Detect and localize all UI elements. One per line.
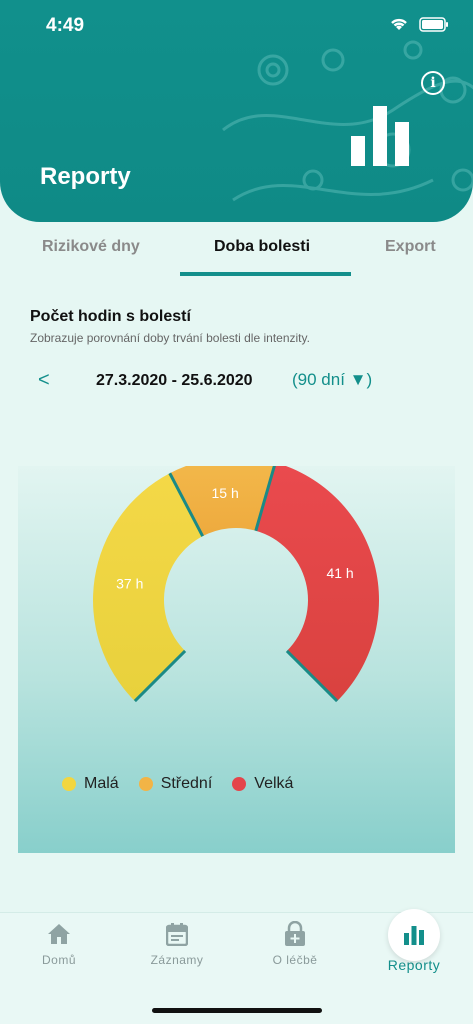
tab-export[interactable]: Export <box>385 238 436 256</box>
lock-plus-icon <box>285 921 305 946</box>
bar-chart-icon <box>351 106 409 166</box>
tab-rizikove-dny[interactable]: Rizikové dny <box>42 238 140 256</box>
slice-value-label: 15 h <box>211 485 238 501</box>
home-icon <box>48 924 70 944</box>
prev-period-button[interactable]: < <box>38 369 50 392</box>
legend-item-velka: Velká <box>232 775 293 793</box>
legend-dot <box>138 777 153 791</box>
nav-label: O léčbě <box>272 953 318 967</box>
nav-item-zaznamy[interactable]: Záznamy <box>132 921 222 967</box>
chart-subtitle: Zobrazuje porovnání doby trvání bolesti … <box>30 331 310 345</box>
chart-legend: Malá Střední Velká <box>62 775 293 793</box>
period-select[interactable]: (90 dní ▼) <box>292 370 372 390</box>
legend-dot <box>232 777 247 791</box>
bar-chart-icon <box>404 926 424 945</box>
nav-active-circle <box>388 909 440 961</box>
legend-item-stredni: Střední <box>138 775 213 793</box>
tab-bar: Rizikové dny Doba bolesti Export <box>0 226 473 278</box>
gauge-chart: 37 h 15 h 41 h <box>92 466 379 703</box>
floral-decoration <box>222 40 473 202</box>
legend-label: Střední <box>160 775 213 792</box>
legend-label: Velká <box>254 775 294 792</box>
date-range: 27.3.2020 - 25.6.2020 <box>96 372 253 389</box>
status-bar: 4:49 <box>0 0 473 50</box>
active-tab-indicator <box>180 272 351 276</box>
nav-item-o-lecbe[interactable]: O léčbě <box>250 921 340 967</box>
header: 4:49 i Reporty <box>0 0 473 222</box>
slice-value-label: 37 h <box>116 576 143 592</box>
status-icons <box>389 16 449 32</box>
slice-value-label: 41 h <box>326 565 353 581</box>
status-time: 4:49 <box>46 15 85 36</box>
slice-velka <box>255 466 379 702</box>
battery-icon <box>419 16 448 32</box>
tab-doba-bolesti[interactable]: Doba bolesti <box>214 238 310 256</box>
nav-item-reporty[interactable]: Reporty <box>369 909 459 973</box>
date-row: < 27.3.2020 - 25.6.2020 (90 dní ▼) <box>0 365 473 399</box>
page-title: Reporty <box>40 163 131 190</box>
nav-item-domu[interactable]: Domů <box>14 921 104 967</box>
legend-dot <box>62 777 76 791</box>
wifi-icon <box>391 18 407 30</box>
info-icon[interactable]: i <box>421 71 445 95</box>
home-indicator <box>152 1008 322 1013</box>
nav-label: Záznamy <box>150 953 204 967</box>
nav-label: Domů <box>41 953 76 967</box>
chart-title: Počet hodin s bolestí <box>30 308 191 325</box>
chart-panel: 37 h 15 h 41 h Malá Střední Velká <box>18 466 455 853</box>
legend-label: Malá <box>84 775 119 792</box>
calendar-icon <box>166 923 188 946</box>
legend-item-mala: Malá <box>62 775 119 793</box>
